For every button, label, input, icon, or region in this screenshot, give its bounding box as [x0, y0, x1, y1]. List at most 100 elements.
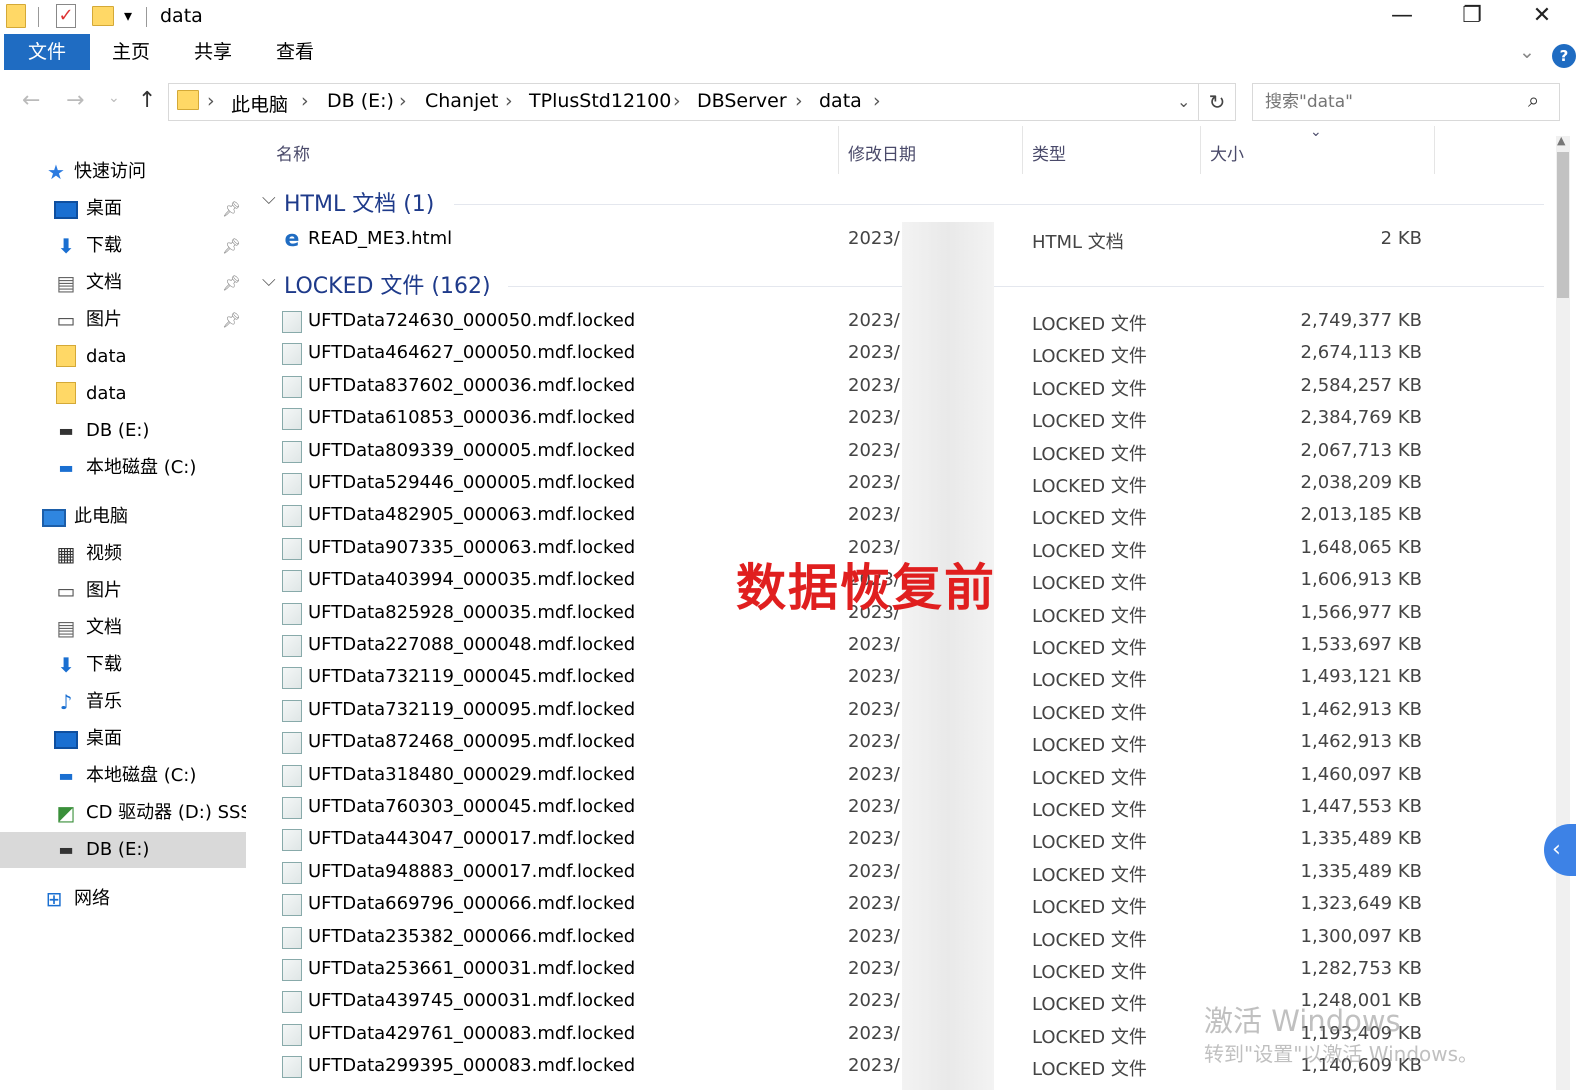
pin-icon[interactable]: 📌︎ — [222, 302, 241, 338]
locked-file-icon — [282, 635, 302, 657]
column-header-size[interactable]: 大小 — [1210, 140, 1244, 165]
sidebar-item-label: 此电脑 — [74, 506, 128, 527]
ribbon-tabs: 文件 主页 共享 查看 ⌄ — [0, 34, 1576, 72]
sidebar-item-documents[interactable]: ▤ 文档 📌︎ — [0, 265, 246, 301]
back-button[interactable]: ← — [22, 88, 40, 113]
sidebar-item-downloads[interactable]: ⬇ 下载 📌︎ — [0, 228, 246, 264]
close-button[interactable]: ✕ — [1512, 0, 1572, 34]
file-size: 2,013,185 KB — [1300, 504, 1422, 526]
chevron-right-icon[interactable]: › — [795, 90, 803, 112]
breadcrumb-tplusstd12100[interactable]: TPlusStd12100 — [529, 90, 671, 112]
file-date: 2023/ — [848, 374, 900, 396]
tab-view[interactable]: 查看 — [262, 34, 328, 70]
file-name: UFTData443047_000017.mdf.locked — [308, 828, 636, 850]
group-divider — [508, 286, 1544, 287]
sidebar-item-this-pc[interactable]: 此电脑 — [0, 499, 246, 535]
navigation-bar: ← → ⌄ ↑ › 此电脑 › DB (E:) › Chanjet › TPlu… — [0, 80, 1576, 124]
sidebar-item-local-disk-c-pc[interactable]: ▬ 本地磁盘 (C:) — [0, 758, 246, 794]
star-icon: ★ — [47, 160, 65, 184]
search-input[interactable] — [1252, 83, 1560, 121]
chevron-right-icon[interactable]: › — [505, 90, 513, 112]
file-name: UFTData724630_000050.mdf.locked — [308, 310, 636, 331]
tab-home[interactable]: 主页 — [98, 34, 164, 70]
group-header-html[interactable]: ⌵ HTML 文档 (1) — [258, 184, 1548, 220]
breadcrumb-data[interactable]: data — [819, 90, 862, 112]
chevron-right-icon[interactable]: › — [301, 90, 309, 112]
file-date: 2023/ — [848, 634, 900, 655]
chevron-down-icon[interactable]: ⌵ — [262, 270, 276, 291]
search-icon[interactable]: ⌕ — [1528, 88, 1539, 112]
column-header-name[interactable]: 名称 — [276, 140, 310, 165]
sidebar-item-network[interactable]: ⊞ 网络 — [0, 881, 246, 917]
pin-icon[interactable]: 📌︎ — [222, 265, 241, 301]
column-divider[interactable] — [1022, 126, 1023, 174]
pin-icon[interactable]: 📌︎ — [222, 191, 241, 227]
sidebar-item-local-disk-c[interactable]: ▬ 本地磁盘 (C:) — [0, 450, 246, 486]
sidebar-item-music[interactable]: ♪ 音乐 — [0, 684, 246, 720]
file-type: LOCKED 文件 — [1032, 605, 1147, 627]
breadcrumb-this-pc[interactable]: 此电脑 — [231, 90, 288, 117]
column-divider[interactable] — [838, 126, 839, 174]
chevron-right-icon[interactable]: › — [399, 90, 407, 112]
restore-button[interactable]: ❐ — [1442, 0, 1502, 34]
tab-file[interactable]: 文件 — [4, 34, 90, 70]
file-name: UFTData439745_000031.mdf.locked — [308, 990, 636, 1012]
chevron-right-icon[interactable]: › — [673, 90, 681, 112]
sidebar-item-db-e[interactable]: ▬ DB (E:) — [0, 413, 246, 449]
sidebar-item-downloads-pc[interactable]: ⬇ 下载 — [0, 647, 246, 683]
sidebar-item-db-e-pc[interactable]: ▬ DB (E:) — [0, 832, 246, 868]
help-icon[interactable]: ? — [1552, 44, 1576, 68]
file-name: UFTData732119_000095.mdf.locked — [308, 698, 636, 720]
sidebar-item-pictures-pc[interactable]: ▭ 图片 — [0, 573, 246, 609]
file-date: 2023/ — [848, 828, 900, 850]
column-divider[interactable] — [1434, 126, 1435, 174]
breadcrumb-db-e[interactable]: DB (E:) — [327, 90, 394, 112]
refresh-button[interactable]: ↻ — [1198, 83, 1236, 121]
sort-chevron-icon: ⌄ — [1310, 124, 1322, 140]
scrollbar-thumb[interactable] — [1557, 152, 1569, 298]
file-type: LOCKED 文件 — [1032, 897, 1147, 919]
properties-icon[interactable]: ✓ — [56, 4, 76, 28]
expand-ribbon-icon[interactable]: ⌄ — [1512, 34, 1542, 70]
chevron-right-icon[interactable]: › — [873, 90, 881, 112]
file-date: 2023/ — [848, 990, 900, 1012]
locked-file-icon — [282, 408, 302, 431]
chevron-down-icon[interactable]: ⌵ — [262, 188, 276, 209]
minimize-button[interactable]: — — [1372, 0, 1432, 34]
sidebar-item-pictures[interactable]: ▭ 图片 📌︎ — [0, 302, 246, 338]
chevron-right-icon[interactable]: › — [207, 90, 215, 112]
file-date: 2023/ — [848, 698, 900, 720]
pin-icon[interactable]: 📌︎ — [222, 228, 241, 264]
breadcrumb-dbserver[interactable]: DBServer — [697, 90, 787, 112]
file-date: 2023/ — [848, 310, 900, 331]
address-history-dropdown[interactable]: ⌄ — [1177, 92, 1190, 111]
folder-icon — [56, 345, 76, 367]
sidebar-item-cd-drive-d[interactable]: ◩ CD 驱动器 (D:) SSS — [0, 795, 246, 831]
column-header-type[interactable]: 类型 — [1032, 140, 1066, 165]
sidebar-item-quick-access[interactable]: ★ 快速访问 — [0, 154, 246, 190]
sidebar-item-data-2[interactable]: data — [0, 376, 246, 412]
sidebar-item-desktop[interactable]: 桌面 📌︎ — [0, 191, 246, 227]
sidebar-item-label: 音乐 — [86, 691, 122, 712]
sidebar-item-videos[interactable]: ▦ 视频 — [0, 536, 246, 572]
column-header-modified[interactable]: 修改日期 — [848, 140, 916, 165]
tab-share[interactable]: 共享 — [180, 34, 246, 70]
sidebar-item-data-1[interactable]: data — [0, 339, 246, 375]
sidebar-item-documents-pc[interactable]: ▤ 文档 — [0, 610, 246, 646]
recent-locations-dropdown[interactable]: ⌄ — [108, 90, 120, 106]
breadcrumb-chanjet[interactable]: Chanjet — [425, 90, 498, 112]
forward-button[interactable]: → — [66, 88, 84, 113]
up-button[interactable]: ↑ — [138, 88, 156, 113]
file-size: 1,462,913 KB — [1300, 698, 1422, 720]
address-bar[interactable]: › 此电脑 › DB (E:) › Chanjet › TPlusStd1210… — [168, 83, 1236, 121]
file-type: HTML 文档 — [1032, 232, 1124, 253]
file-date: 2023/ — [848, 763, 900, 785]
customize-toolbar-dropdown[interactable]: ▾ — [124, 6, 132, 25]
locked-file-icon — [282, 829, 302, 852]
locked-file-icon — [282, 959, 302, 981]
scroll-up-arrow[interactable]: ▲ — [1557, 134, 1565, 147]
sidebar-item-desktop-pc[interactable]: 桌面 — [0, 721, 246, 757]
column-divider[interactable] — [1200, 126, 1201, 174]
new-folder-icon[interactable] — [92, 6, 114, 26]
sidebar-item-label: CD 驱动器 (D:) SSS — [86, 802, 246, 823]
